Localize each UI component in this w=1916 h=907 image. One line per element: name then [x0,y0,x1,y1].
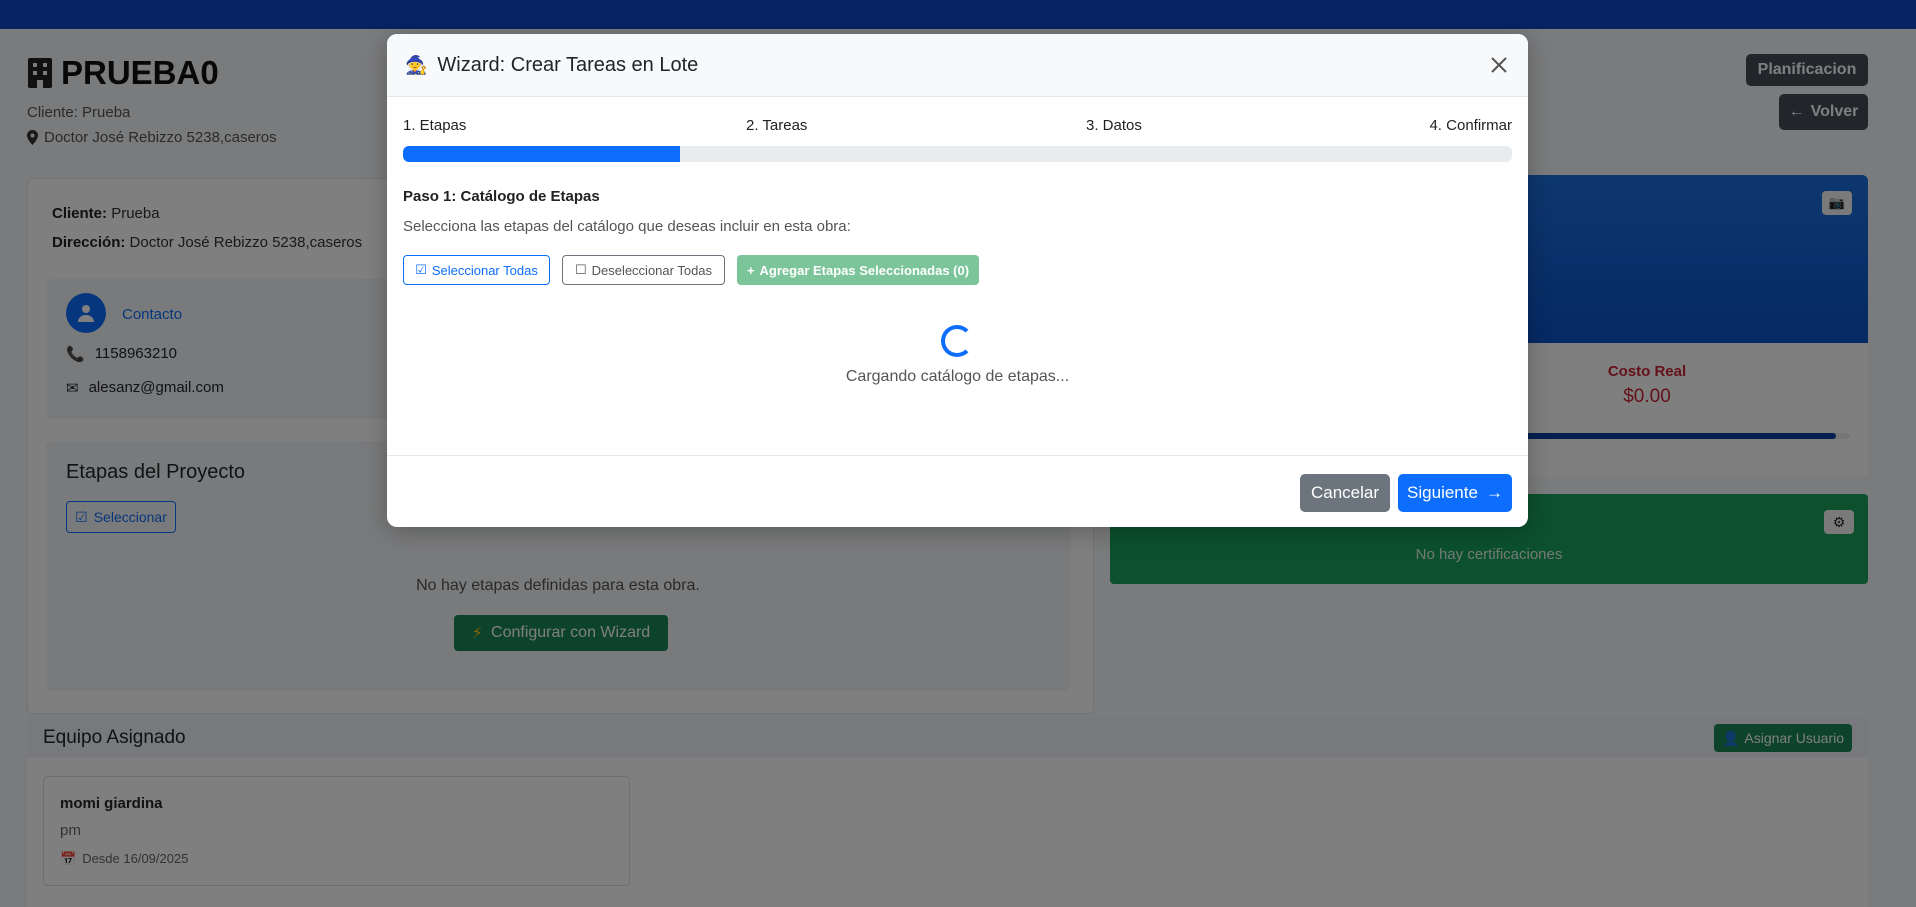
arrow-right-icon: → [1485,483,1503,502]
deselect-all-button[interactable]: ☐ Deseleccionar Todas [562,255,725,285]
step-4-label: 4. Confirmar [1429,117,1512,134]
modal-header: 🧙 Wizard: Crear Tareas en Lote [387,34,1528,97]
wizard-progress-fill [403,146,681,162]
add-selected-stages-button[interactable]: + Agregar Etapas Seleccionadas (0) [737,255,979,285]
select-all-button[interactable]: ☑ Seleccionar Todas [403,255,550,285]
step-2-label: 2. Tareas [746,117,808,134]
plus-icon: + [746,262,755,278]
wizard-steps: 1. Etapas 2. Tareas 3. Datos 4. Confirma… [403,117,1512,137]
close-button[interactable] [1484,50,1514,80]
loading-spinner-icon [941,325,973,357]
modal-footer: Cancelar Siguiente → [387,455,1528,527]
step-heading: Paso 1: Catálogo de Etapas [403,188,600,205]
step-1-label: 1. Etapas [403,117,467,134]
next-button[interactable]: Siguiente → [1398,474,1512,512]
wizard-progress-bar [403,146,1512,162]
modal-title: Wizard: Crear Tareas en Lote [437,53,699,76]
close-icon [1491,57,1507,73]
step-description: Selecciona las etapas del catálogo que d… [403,218,851,235]
loading-text: Cargando catálogo de etapas... [845,368,1070,385]
check-square-icon: ☑ [415,262,427,277]
wizard-icon: 🧙 [405,54,428,75]
cancel-button[interactable]: Cancelar [1300,474,1390,512]
square-icon: ☐ [574,262,587,277]
step-3-label: 3. Datos [1086,117,1142,134]
batch-tasks-wizard-modal: 🧙 Wizard: Crear Tareas en Lote 1. Etapas… [387,34,1528,527]
